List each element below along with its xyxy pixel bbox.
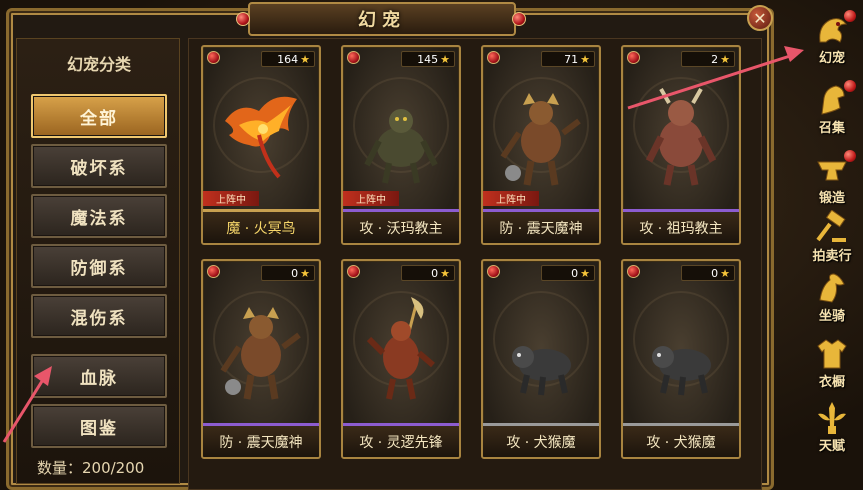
nav-forge[interactable]: 锻造 xyxy=(804,150,860,208)
mount-icon xyxy=(819,273,845,303)
pet-name: 魔 · 火冥鸟 xyxy=(203,209,319,243)
pet-name: 攻 · 沃玛教主 xyxy=(343,209,459,243)
nav-notification-dot xyxy=(844,80,856,92)
window-title: 幻宠 xyxy=(248,2,516,36)
nav-talent-label: 天赋 xyxy=(818,439,845,454)
zuma-lord-figure xyxy=(645,88,717,186)
nav-mount-label: 坐骑 xyxy=(818,309,845,324)
nav-notification-dot xyxy=(844,150,856,162)
fire-bird-figure xyxy=(225,96,297,179)
pet-name: 攻 · 犬猴魔 xyxy=(483,423,599,457)
nav-summon[interactable]: 召集 xyxy=(804,80,860,138)
nav-forge-label: 锻造 xyxy=(818,191,845,206)
star-icon: ★ xyxy=(300,52,310,66)
deployed-badge: 上阵中 xyxy=(343,191,399,206)
title-left-gem xyxy=(236,12,250,26)
card-gem-icon xyxy=(627,51,640,64)
card-gem-icon xyxy=(487,265,500,278)
pet-level: 0 ★ xyxy=(261,265,315,281)
pet-card[interactable]: 145 ★ 上阵中 攻 · 沃玛教主 xyxy=(341,45,461,245)
star-icon: ★ xyxy=(720,266,730,280)
title-right-gem xyxy=(512,12,526,26)
category-mixed-button[interactable]: 混伤系 xyxy=(31,294,167,338)
pet-card[interactable]: 2 ★ 攻 · 祖玛教主 xyxy=(621,45,741,245)
category-magic-button[interactable]: 魔法系 xyxy=(31,194,167,238)
pet-level-value: 0 xyxy=(571,266,579,280)
nav-mount[interactable]: 坐骑 xyxy=(804,268,860,326)
star-icon: ★ xyxy=(720,52,730,66)
quake-demon-figure xyxy=(500,93,581,186)
nav-pet-label: 幻宠 xyxy=(818,51,845,66)
star-icon: ★ xyxy=(580,52,590,66)
pet-count-label: 数量：200/200 xyxy=(37,459,145,477)
pet-level: 0 ★ xyxy=(681,265,735,281)
pet-level-value: 0 xyxy=(431,266,439,280)
close-button[interactable]: ✕ xyxy=(747,5,773,31)
pet-level-value: 0 xyxy=(711,266,719,280)
pet-name: 防 · 震天魔神 xyxy=(203,423,319,457)
pet-name: 攻 · 犬猴魔 xyxy=(623,423,739,457)
pet-level: 0 ★ xyxy=(401,265,455,281)
pet-card[interactable]: 164 ★ 上阵中 魔 · 火冥鸟 xyxy=(201,45,321,245)
pet-level: 71 ★ xyxy=(541,51,595,67)
card-gem-icon xyxy=(207,265,220,278)
pet-name: 防 · 震天魔神 xyxy=(483,209,599,243)
arrow-head-pet-nav xyxy=(784,46,804,62)
nav-pet[interactable]: 幻宠 xyxy=(804,10,860,68)
pet-card[interactable]: 0 ★ 防 · 震天魔神 xyxy=(201,259,321,459)
sword-wings-icon xyxy=(818,402,846,434)
category-all-button[interactable]: 全部 xyxy=(31,94,167,138)
pet-level: 164 ★ xyxy=(261,51,315,67)
spirit-vanguard-figure xyxy=(366,297,435,400)
nav-wardrobe[interactable]: 衣橱 xyxy=(804,334,860,392)
card-gem-icon xyxy=(627,265,640,278)
pet-level-value: 71 xyxy=(564,52,579,66)
robe-icon xyxy=(817,339,847,369)
game-stage: 幻宠 ✕ 幻宠分类 全部 破坏系 魔法系 防御系 混伤系 血脉 图鉴 数量：20… xyxy=(0,0,863,490)
card-gem-icon xyxy=(347,265,360,278)
pet-name: 攻 · 祖玛教主 xyxy=(623,209,739,243)
nav-notification-dot xyxy=(844,10,856,22)
category-bloodline-button[interactable]: 血脉 xyxy=(31,354,167,398)
category-panel: 幻宠分类 全部 破坏系 魔法系 防御系 混伤系 血脉 图鉴 数量：200/200 xyxy=(16,38,180,484)
woma-lord-figure xyxy=(364,109,438,184)
card-gem-icon xyxy=(347,51,360,64)
right-nav: 幻宠 召集 锻造 拍卖行 坐骑 衣橱 天赋 xyxy=(804,10,860,490)
category-destroy-button[interactable]: 破坏系 xyxy=(31,144,167,188)
pet-level-value: 145 xyxy=(417,52,439,66)
card-gem-icon xyxy=(207,51,220,64)
deployed-badge: 上阵中 xyxy=(483,191,539,206)
deployed-badge: 上阵中 xyxy=(203,191,259,206)
pet-grid: 164 ★ 上阵中 魔 · 火冥鸟 145 ★ 上阵中 攻 · 沃玛教主 71 … xyxy=(188,38,762,490)
star-icon: ★ xyxy=(300,266,310,280)
star-icon: ★ xyxy=(440,266,450,280)
category-handbook-button[interactable]: 图鉴 xyxy=(31,404,167,448)
dog-monkey-figure xyxy=(512,346,571,396)
pet-name: 攻 · 灵逻先锋 xyxy=(343,423,459,457)
pet-level-value: 0 xyxy=(291,266,299,280)
gavel-icon xyxy=(816,210,846,242)
category-defense-button[interactable]: 防御系 xyxy=(31,244,167,288)
nav-wardrobe-label: 衣橱 xyxy=(818,375,845,390)
nav-summon-label: 召集 xyxy=(818,121,845,136)
quake-demon-figure xyxy=(220,307,301,400)
star-icon: ★ xyxy=(440,52,450,66)
pet-card[interactable]: 0 ★ 攻 · 犬猴魔 xyxy=(621,259,741,459)
pet-level-value: 2 xyxy=(711,52,719,66)
pet-level-value: 164 xyxy=(277,52,299,66)
star-icon: ★ xyxy=(580,266,590,280)
dog-monkey-figure xyxy=(652,346,711,396)
pet-card[interactable]: 0 ★ 攻 · 犬猴魔 xyxy=(481,259,601,459)
nav-talent[interactable]: 天赋 xyxy=(804,398,860,456)
pet-level: 2 ★ xyxy=(681,51,735,67)
category-panel-title: 幻宠分类 xyxy=(66,55,131,74)
pet-card[interactable]: 0 ★ 攻 · 灵逻先锋 xyxy=(341,259,461,459)
pet-level: 145 ★ xyxy=(401,51,455,67)
pet-level: 0 ★ xyxy=(541,265,595,281)
pet-card[interactable]: 71 ★ 上阵中 防 · 震天魔神 xyxy=(481,45,601,245)
nav-auction[interactable]: 拍卖行 xyxy=(804,208,860,266)
nav-auction-label: 拍卖行 xyxy=(812,249,852,264)
card-gem-icon xyxy=(487,51,500,64)
